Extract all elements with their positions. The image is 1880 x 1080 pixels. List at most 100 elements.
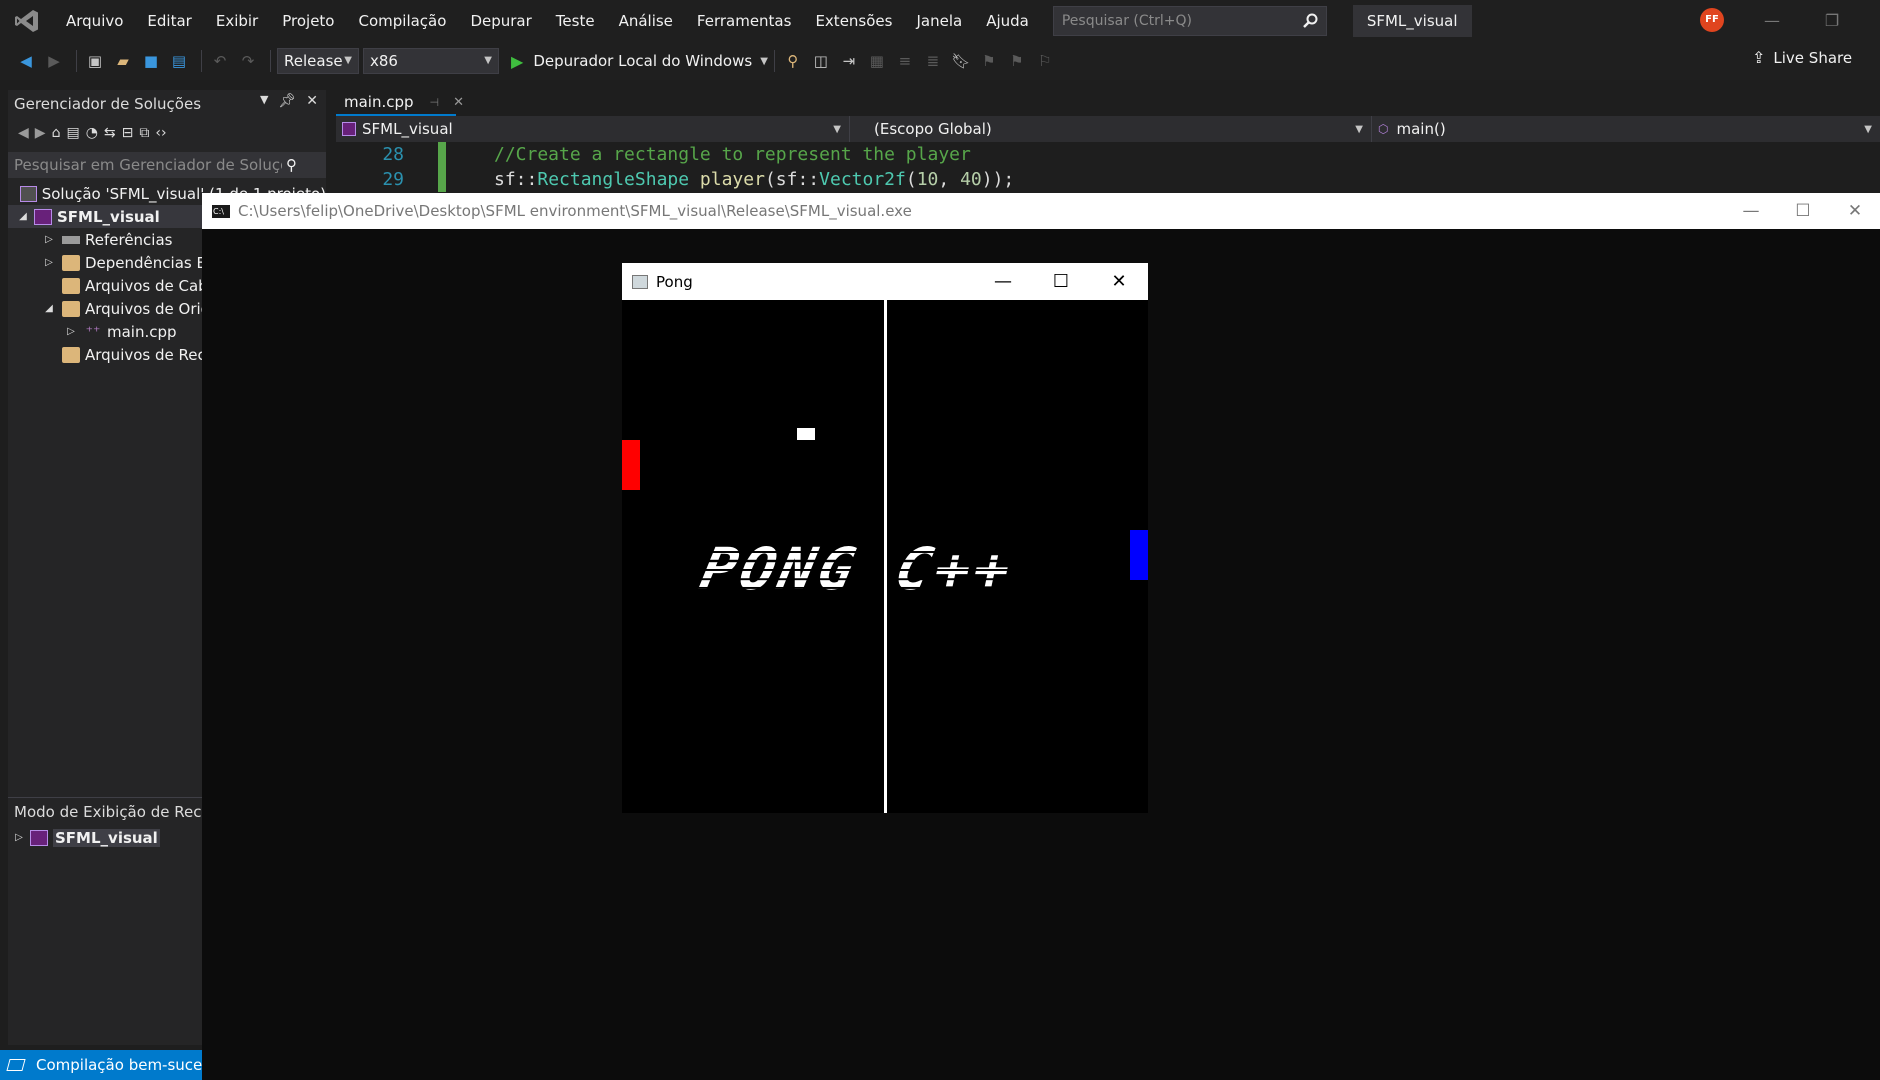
menu-teste[interactable]: Teste [544, 0, 607, 42]
collapsed-arrow-icon[interactable]: ▷ [42, 257, 56, 268]
pong-title-bar[interactable]: Pong — ☐ ✕ [622, 263, 1148, 300]
close-icon[interactable]: ✕ [306, 93, 318, 109]
bookmark-icon[interactable]: 🔖︎ [949, 49, 973, 73]
nav-member-label: main() [1396, 120, 1446, 138]
project-nav-select[interactable]: SFML_visual ▼ [336, 116, 850, 142]
minimize-icon[interactable]: — [974, 263, 1032, 300]
back-arrow-icon[interactable]: ◀ [14, 49, 38, 73]
menu-depurar[interactable]: Depurar [458, 0, 543, 42]
scope-nav-select[interactable]: (Escopo Global) ▼ [850, 116, 1372, 142]
configuration-select[interactable]: Release ▼ [277, 48, 359, 74]
tab-label: main.cpp [344, 93, 414, 111]
minimize-icon[interactable]: — [1726, 193, 1776, 229]
user-avatar[interactable]: FF [1700, 8, 1724, 32]
platform-select[interactable]: x86 ▼ [363, 48, 499, 74]
next-bookmark-icon[interactable]: ⚑ [1005, 49, 1029, 73]
console-title: C:\Users\felip\OneDrive\Desktop\SFML env… [238, 202, 912, 220]
code-token: sf:: [494, 169, 538, 190]
game-canvas[interactable]: PONG C++ [622, 300, 1148, 813]
collapse-all-icon[interactable]: ⊟ [122, 125, 134, 141]
menu-ferramentas[interactable]: Ferramentas [685, 0, 804, 42]
member-nav-select[interactable]: ⬡ main() ▼ [1372, 116, 1880, 142]
code-view-icon[interactable]: ‹› [155, 125, 166, 141]
open-folder-icon[interactable]: ▰ [111, 49, 135, 73]
menu-exibir[interactable]: Exibir [204, 0, 270, 42]
menu-janela[interactable]: Janela [904, 0, 974, 42]
solution-search-box[interactable]: ⚲ [8, 152, 326, 178]
chevron-down-icon: ▼ [484, 55, 492, 66]
code-token-type: Vector2f [819, 169, 906, 190]
code-token: ( [905, 169, 917, 190]
save-all-icon[interactable]: ▤ [167, 49, 191, 73]
find-in-files-icon[interactable]: ⚲ [781, 49, 805, 73]
change-indicator [438, 167, 446, 192]
solution-name-badge: SFML_visual [1352, 5, 1472, 37]
console-app-icon: C:\ [212, 204, 230, 218]
nav-project-label: SFML_visual [362, 120, 453, 138]
expanded-arrow-icon[interactable]: ◢ [16, 211, 30, 222]
switch-views-icon[interactable]: ▤ [66, 125, 79, 141]
toolbar-separator [201, 50, 202, 72]
outdent-icon[interactable]: ≣ [921, 49, 945, 73]
step-icon[interactable]: ⇥ [837, 49, 861, 73]
pending-changes-icon[interactable]: ◔ [86, 125, 98, 141]
vs-search-box[interactable] [1052, 6, 1327, 36]
menu-compilacao[interactable]: Compilação [347, 0, 459, 42]
editor-navigation-bar: SFML_visual ▼ (Escopo Global) ▼ ⬡ main()… [336, 116, 1880, 142]
pin-icon[interactable]: 📌︎ [278, 93, 296, 109]
close-icon[interactable]: ✕ [453, 95, 464, 110]
chevron-down-icon: ▼ [1355, 123, 1363, 135]
forward-icon[interactable]: ▶ [35, 125, 46, 141]
layout-icon[interactable]: ▦ [865, 49, 889, 73]
console-title-bar[interactable]: C:\ C:\Users\felip\OneDrive\Desktop\SFML… [202, 193, 1880, 229]
sync-icon[interactable]: ⇆ [104, 125, 116, 141]
code-line: 29 sf::RectangleShape player(sf::Vector2… [336, 167, 1880, 192]
show-all-files-icon[interactable]: ⧉ [139, 125, 149, 141]
new-project-icon[interactable]: ▣ [83, 49, 107, 73]
maximize-icon[interactable]: ☐ [1032, 263, 1090, 300]
menu-analise[interactable]: Análise [607, 0, 685, 42]
chevron-down-icon: ▼ [760, 55, 768, 67]
clear-bookmarks-icon[interactable]: ⚐ [1033, 49, 1057, 73]
save-icon[interactable]: ■ [139, 49, 163, 73]
collapsed-arrow-icon[interactable]: ▷ [64, 326, 78, 337]
menu-arquivo[interactable]: Arquivo [54, 0, 135, 42]
solution-search-input[interactable] [14, 156, 282, 174]
collapsed-arrow-icon[interactable]: ▷ [42, 234, 56, 245]
restore-icon[interactable]: ❐ [1812, 8, 1852, 34]
close-icon[interactable]: ✕ [1830, 193, 1880, 229]
search-icon[interactable] [1302, 13, 1318, 29]
collapsed-arrow-icon[interactable]: ▷ [12, 832, 26, 843]
indent-icon[interactable]: ≡ [893, 49, 917, 73]
maximize-icon[interactable]: ☐ [1778, 193, 1828, 229]
back-icon[interactable]: ◀ [18, 125, 29, 141]
vs-search-input[interactable] [1061, 13, 1302, 29]
prev-bookmark-icon[interactable]: ⚑ [977, 49, 1001, 73]
pin-icon[interactable]: ⊣ [430, 96, 440, 109]
start-debugger-button[interactable]: ▶ Depurador Local do Windows ▼ [511, 52, 768, 71]
menu-ajuda[interactable]: Ajuda [974, 0, 1041, 42]
browser-icon[interactable]: ◫ [809, 49, 833, 73]
code-editor[interactable]: 28 //Create a rectangle to represent the… [336, 142, 1880, 192]
undo-icon[interactable]: ↶ [208, 49, 232, 73]
visual-studio-logo-icon [15, 10, 38, 32]
menu-editar[interactable]: Editar [135, 0, 203, 42]
live-share-label: Live Share [1773, 48, 1853, 67]
cpp-file-icon: ⁺⁺ [85, 323, 101, 340]
live-share-button[interactable]: ⇪ Live Share [1752, 48, 1852, 67]
menu-extensoes[interactable]: Extensões [803, 0, 904, 42]
chevron-down-icon[interactable]: ▼ [260, 93, 268, 109]
pong-window[interactable]: Pong — ☐ ✕ PONG C++ [622, 263, 1148, 813]
chevron-down-icon: ▼ [1864, 123, 1872, 135]
expanded-arrow-icon[interactable]: ◢ [42, 303, 56, 314]
forward-arrow-icon[interactable]: ▶ [42, 49, 66, 73]
close-icon[interactable]: ✕ [1090, 263, 1148, 300]
redo-icon[interactable]: ↷ [236, 49, 260, 73]
search-icon[interactable]: ⚲ [286, 156, 297, 174]
window-app-icon [632, 274, 648, 289]
tab-main-cpp[interactable]: main.cpp ⊣ ✕ [336, 90, 464, 116]
home-icon[interactable]: ⌂ [52, 125, 61, 141]
minimize-icon[interactable]: — [1752, 8, 1792, 34]
menu-projeto[interactable]: Projeto [270, 0, 346, 42]
toolbar-separator [773, 50, 775, 72]
